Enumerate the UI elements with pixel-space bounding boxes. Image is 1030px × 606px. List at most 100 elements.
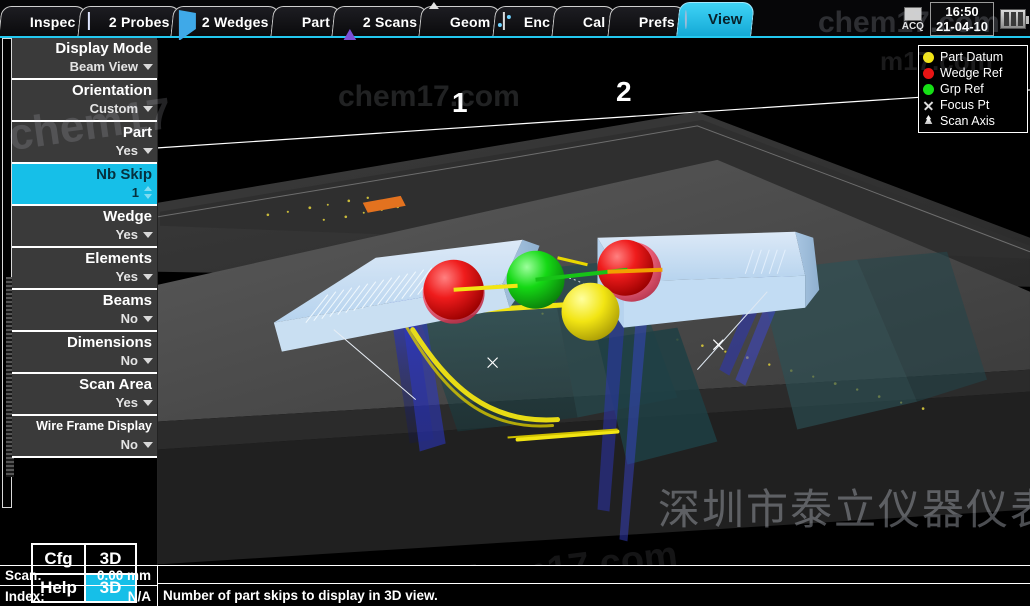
tab-label: 2 Probes [108, 13, 170, 30]
param-part[interactable]: Part Yes [12, 122, 157, 164]
part-datum-icon [923, 51, 934, 63]
scan-axis-icon [924, 115, 933, 124]
legend-label: Focus Pt [940, 98, 990, 112]
legend-label: Wedge Ref [940, 66, 1003, 80]
param-value-row[interactable]: Yes [12, 394, 157, 411]
wedge-ref-icon [923, 67, 934, 79]
encoder-icon [502, 11, 505, 30]
three-d-viewport[interactable]: 1 2 深圳市泰立仪器仪表有限公司 chem17.com chem17.com … [157, 40, 1030, 565]
legend-item-focus-pt: Focus Pt [923, 97, 1023, 113]
readout-index: Index: N/A [0, 586, 157, 606]
tab-wedges[interactable]: 2 Wedges [170, 6, 281, 41]
param-label: Nb Skip [96, 166, 152, 183]
param-display-mode[interactable]: Display Mode Beam View [12, 38, 157, 80]
readout-label: Scan: [5, 568, 42, 583]
param-value: Yes [115, 227, 138, 242]
view-icon [684, 9, 687, 29]
chevron-down-icon[interactable] [143, 315, 153, 322]
legend-label: Scan Axis [940, 114, 995, 128]
param-value-row[interactable]: Custom [12, 100, 157, 117]
clock-display: 16:50 21-04-10 [929, 2, 994, 36]
param-scan-area[interactable]: Scan Area Yes [12, 374, 157, 416]
tab-label: 2 Wedges [202, 13, 269, 30]
param-value-row[interactable]: No [12, 352, 157, 369]
param-beams[interactable]: Beams No [12, 290, 157, 332]
param-value-row[interactable]: No [12, 310, 157, 327]
chevron-down-icon[interactable] [143, 105, 153, 112]
param-value-row[interactable]: Yes [12, 226, 157, 243]
tab-inspec[interactable]: Inspec [0, 6, 88, 36]
chevron-down-icon[interactable] [143, 231, 153, 238]
param-wedge[interactable]: Wedge Yes [12, 206, 157, 248]
focus-point-icon [923, 100, 934, 111]
param-label: Display Mode [55, 40, 152, 57]
chevron-down-icon[interactable] [143, 63, 153, 70]
chevron-down-icon[interactable] [143, 273, 153, 280]
datum-axis-right [607, 267, 663, 274]
param-label: Wedge [103, 208, 152, 225]
sidebar-scrollbar[interactable] [2, 38, 14, 508]
legend-item-scan-axis: Scan Axis [923, 113, 1023, 129]
param-nb-skip[interactable]: Nb Skip 1 [12, 164, 157, 206]
tab-label: Inspec [29, 13, 76, 30]
tab-prefs[interactable]: Prefs [606, 6, 687, 36]
clock-date: 21-04-10 [935, 19, 988, 34]
chevron-down-icon[interactable] [143, 399, 153, 406]
clock-time: 16:50 [945, 4, 979, 19]
scan-icon [342, 12, 359, 43]
param-value: Custom [89, 101, 138, 116]
readout-value: N/A [127, 588, 151, 604]
legend-box: Part Datum Wedge Ref Grp Ref Focus Pt Sc… [918, 45, 1028, 133]
grp-ref-icon [923, 83, 934, 95]
readout-value: 0.00 mm [96, 568, 151, 583]
readout-label: Index: [5, 588, 45, 604]
legend-item-grp-ref: Grp Ref [923, 81, 1023, 97]
param-value: Yes [115, 269, 138, 284]
param-value: No [120, 311, 138, 326]
param-elements[interactable]: Elements Yes [12, 248, 157, 290]
param-value-row[interactable]: Yes [12, 142, 157, 159]
parameter-list: Display Mode Beam View Orientation Custo… [12, 38, 157, 458]
param-value: No [120, 353, 138, 368]
param-label: Elements [85, 250, 152, 267]
tab-geom[interactable]: Geom [418, 6, 503, 36]
tab-probes[interactable]: 2 Probes [76, 6, 181, 36]
param-label: Beams [102, 292, 152, 309]
status-cluster: ACQ 16:50 21-04-10 [901, 1, 1029, 37]
skip-index-label-2: 2 [616, 76, 632, 107]
param-value: Beam View [69, 59, 138, 74]
three-d-scene [158, 89, 1030, 565]
param-value: 1 [131, 185, 139, 200]
main-tab-bar: Inspec 2 Probes 2 Wedges Part 2 Scans Ge… [0, 0, 1030, 43]
readout-panel: Scan: 0.00 mm Index: N/A [0, 565, 157, 606]
param-label: Dimensions [66, 334, 152, 351]
param-value-row[interactable]: No [12, 436, 157, 453]
param-orientation[interactable]: Orientation Custom [12, 80, 157, 122]
wedge-icon [179, 9, 197, 41]
param-value-row[interactable]: 1 [12, 184, 157, 201]
param-value-row[interactable]: Beam View [12, 58, 157, 75]
parameter-sidebar: Display Mode Beam View Orientation Custo… [0, 38, 157, 606]
tab-view[interactable]: View [675, 2, 755, 36]
legend-item-part-datum: Part Datum [923, 49, 1023, 65]
stepper-icon[interactable] [144, 186, 153, 199]
chevron-down-icon[interactable] [143, 357, 153, 364]
tab-scans[interactable]: 2 Scans [331, 6, 429, 43]
battery-icon [1000, 9, 1029, 29]
acq-indicator[interactable]: ACQ [901, 6, 924, 32]
chevron-down-icon[interactable] [143, 441, 153, 448]
chevron-down-icon[interactable] [143, 147, 153, 154]
param-dimensions[interactable]: Dimensions No [12, 332, 157, 374]
tab-label: Enc [523, 13, 551, 30]
acq-label: ACQ [901, 20, 924, 32]
part-datum-sphere [561, 282, 620, 341]
param-value-row[interactable]: Yes [12, 268, 157, 285]
param-label: Part [122, 124, 152, 141]
param-label: Orientation [71, 82, 152, 99]
param-label: Wire Frame Display [36, 419, 152, 433]
param-wire-frame-display[interactable]: Wire Frame Display No [12, 416, 157, 458]
tab-label: Geom [450, 13, 491, 30]
legend-label: Grp Ref [940, 82, 984, 96]
probe-icon [87, 11, 90, 30]
param-value: Yes [115, 395, 138, 410]
